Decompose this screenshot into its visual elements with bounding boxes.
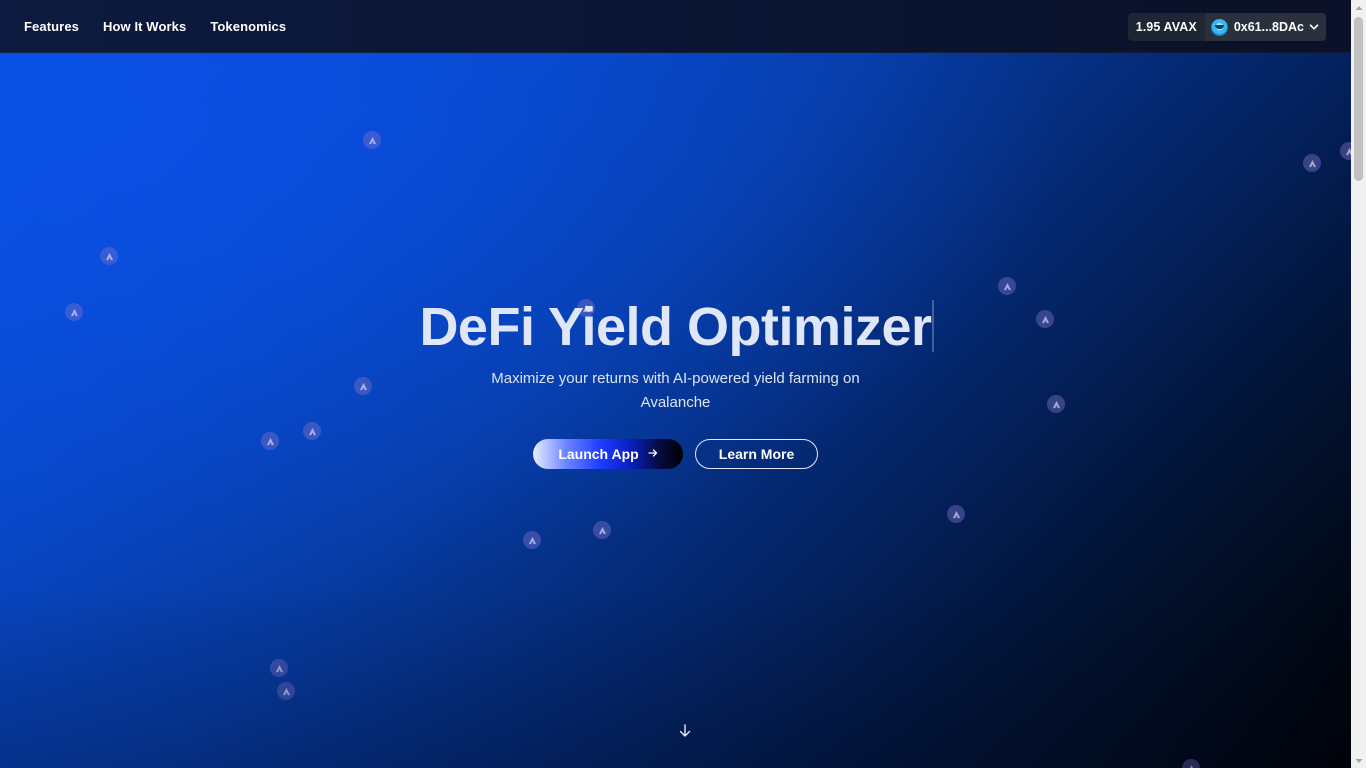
hero-subtitle: Maximize your returns with AI-powered yi… bbox=[491, 370, 860, 411]
text-cursor bbox=[932, 300, 934, 352]
chevron-down-icon bbox=[1308, 21, 1320, 33]
avalanche-token-icon bbox=[947, 505, 965, 523]
avalanche-token-icon bbox=[354, 377, 372, 395]
scroll-down-icon[interactable] bbox=[1351, 753, 1366, 768]
arrow-down-icon[interactable] bbox=[677, 723, 693, 739]
avalanche-token-icon bbox=[363, 131, 381, 149]
wallet-balance[interactable]: 1.95 AVAX bbox=[1127, 13, 1205, 41]
avalanche-token-icon bbox=[998, 277, 1016, 295]
nav-link-features[interactable]: Features bbox=[24, 19, 79, 34]
avalanche-token-icon bbox=[277, 682, 295, 700]
avalanche-token-icon bbox=[303, 422, 321, 440]
top-navbar: Features How It Works Tokenomics 1.95 AV… bbox=[0, 0, 1351, 53]
avalanche-token-icon bbox=[261, 432, 279, 450]
avalanche-token-icon bbox=[1340, 142, 1351, 160]
scroll-up-icon[interactable] bbox=[1351, 0, 1366, 15]
page: Features How It Works Tokenomics 1.95 AV… bbox=[0, 0, 1351, 768]
account-button[interactable]: 0x61...8DAc bbox=[1204, 13, 1326, 41]
scrollbar-thumb[interactable] bbox=[1354, 17, 1363, 181]
wallet-address: 0x61...8DAc bbox=[1233, 20, 1304, 34]
avalanche-token-icon bbox=[100, 247, 118, 265]
launch-app-label: Launch App bbox=[558, 446, 639, 462]
avalanche-token-icon bbox=[593, 521, 611, 539]
avalanche-token-icon bbox=[1047, 395, 1065, 413]
nav-links: Features How It Works Tokenomics bbox=[24, 19, 310, 34]
launch-app-button[interactable]: Launch App bbox=[533, 439, 683, 469]
vertical-scrollbar[interactable] bbox=[1351, 0, 1366, 768]
avalanche-token-icon bbox=[1182, 759, 1200, 768]
avatar-icon bbox=[1210, 18, 1228, 36]
avalanche-token-icon bbox=[1303, 154, 1321, 172]
wallet-widget: 1.95 AVAX 0x61...8DAc bbox=[1127, 13, 1326, 41]
avalanche-token-icon bbox=[270, 659, 288, 677]
arrow-right-icon bbox=[648, 447, 658, 461]
hero-title: DeFi Yield Optimizer bbox=[419, 297, 932, 357]
avalanche-token-icon bbox=[523, 531, 541, 549]
learn-more-button[interactable]: Learn More bbox=[695, 439, 818, 469]
nav-link-how-it-works[interactable]: How It Works bbox=[103, 19, 186, 34]
nav-link-tokenomics[interactable]: Tokenomics bbox=[210, 19, 286, 34]
